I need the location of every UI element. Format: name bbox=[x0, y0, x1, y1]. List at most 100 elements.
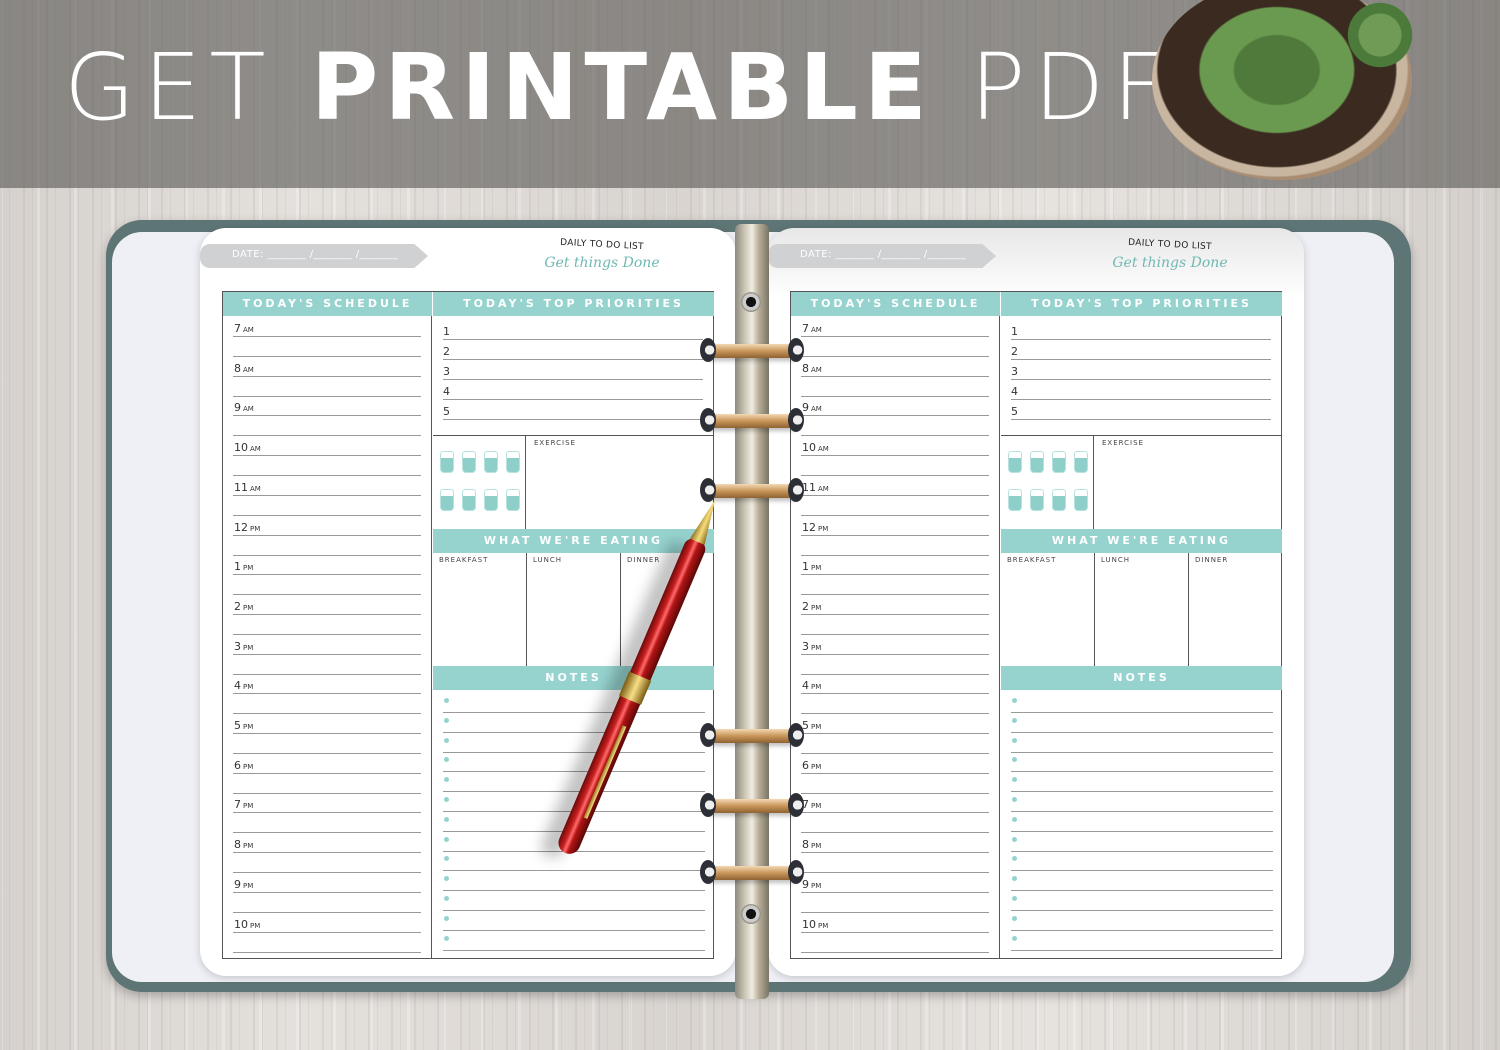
note-line[interactable] bbox=[443, 752, 705, 773]
schedule-slot[interactable]: 10 PM bbox=[233, 914, 421, 954]
water-glass-icon[interactable] bbox=[506, 489, 520, 511]
water-glass-icon[interactable] bbox=[462, 489, 476, 511]
meal-column[interactable]: LUNCH bbox=[527, 553, 621, 666]
priority-item[interactable]: 5 bbox=[443, 400, 703, 420]
hour-label: 9 AM bbox=[802, 401, 822, 414]
note-line[interactable] bbox=[1011, 871, 1273, 892]
schedule-slot[interactable]: 8 PM bbox=[233, 834, 421, 874]
note-line[interactable] bbox=[443, 851, 705, 872]
schedule-slot[interactable]: 8 AM bbox=[801, 358, 989, 398]
note-line[interactable] bbox=[443, 891, 705, 911]
priority-item[interactable]: 4 bbox=[1011, 380, 1271, 400]
note-line[interactable] bbox=[1011, 713, 1273, 733]
schedule-slot[interactable]: 12 PM bbox=[233, 517, 421, 557]
meal-column[interactable]: BREAKFAST bbox=[1001, 553, 1095, 666]
hour-number: 9 bbox=[802, 877, 809, 891]
priority-item[interactable]: 4 bbox=[443, 380, 703, 400]
note-line[interactable] bbox=[1011, 891, 1273, 911]
schedule-slot[interactable]: 7 AM bbox=[233, 318, 421, 358]
note-line[interactable] bbox=[1011, 851, 1273, 872]
bullet-icon bbox=[1012, 816, 1017, 822]
date-field[interactable]: DATE: _______ /_______ /_______ bbox=[200, 244, 428, 268]
schedule-slot[interactable]: 3 PM bbox=[233, 636, 421, 676]
note-line[interactable] bbox=[1011, 693, 1273, 713]
priority-item[interactable]: 2 bbox=[1011, 340, 1271, 360]
note-line[interactable] bbox=[443, 911, 705, 931]
note-line[interactable] bbox=[1011, 733, 1273, 753]
schedule-slot[interactable]: 9 AM bbox=[233, 397, 421, 437]
schedule-slot[interactable]: 4 PM bbox=[801, 675, 989, 715]
note-line[interactable] bbox=[443, 772, 705, 793]
note-line[interactable] bbox=[1011, 792, 1273, 812]
water-glass-icon[interactable] bbox=[1052, 489, 1066, 511]
water-glass-icon[interactable] bbox=[440, 451, 454, 473]
water-glass-icon[interactable] bbox=[1074, 489, 1088, 511]
schedule-slot[interactable]: 2 PM bbox=[801, 596, 989, 636]
schedule-slot[interactable]: 7 PM bbox=[233, 794, 421, 834]
date-field[interactable]: DATE: _______ /_______ /_______ bbox=[768, 244, 996, 268]
note-line[interactable] bbox=[443, 693, 705, 713]
schedule-slot[interactable]: 7 AM bbox=[801, 318, 989, 358]
schedule-slot[interactable]: 3 PM bbox=[801, 636, 989, 676]
binder-ring bbox=[700, 723, 804, 747]
schedule-slot[interactable]: 10 PM bbox=[801, 914, 989, 954]
planner-grid: TODAY'S SCHEDULE 7 AM 8 AM 9 AM 10 AM 11 AM 12 PM 1 PM… bbox=[222, 291, 714, 959]
note-line[interactable] bbox=[1011, 772, 1273, 793]
note-line[interactable] bbox=[443, 733, 705, 753]
priority-item[interactable]: 1 bbox=[443, 320, 703, 340]
schedule-slot[interactable]: 7 PM bbox=[801, 794, 989, 834]
priority-item[interactable]: 3 bbox=[1011, 360, 1271, 380]
water-glass-icon[interactable] bbox=[484, 489, 498, 511]
schedule-slot[interactable]: 1 PM bbox=[801, 556, 989, 596]
schedule-slot[interactable]: 9 AM bbox=[801, 397, 989, 437]
note-line[interactable] bbox=[443, 931, 705, 951]
banner-title: GET PRINTABLE PDF bbox=[64, 42, 1173, 134]
schedule-slot[interactable]: 9 PM bbox=[233, 874, 421, 914]
priority-item[interactable]: 2 bbox=[443, 340, 703, 360]
meal-column[interactable]: LUNCH bbox=[1095, 553, 1189, 666]
schedule-slot[interactable]: 6 PM bbox=[801, 755, 989, 795]
note-line[interactable] bbox=[1011, 931, 1273, 951]
hour-label: 8 AM bbox=[802, 362, 822, 375]
schedule-line bbox=[233, 951, 421, 953]
water-glass-icon[interactable] bbox=[1008, 451, 1022, 473]
priority-item[interactable]: 5 bbox=[1011, 400, 1271, 420]
schedule-slot[interactable]: 10 AM bbox=[233, 437, 421, 477]
schedule-slot[interactable]: 1 PM bbox=[233, 556, 421, 596]
water-glass-icon[interactable] bbox=[484, 451, 498, 473]
note-line[interactable] bbox=[1011, 832, 1273, 852]
water-glass-icon[interactable] bbox=[1030, 489, 1044, 511]
schedule-slot[interactable]: 4 PM bbox=[233, 675, 421, 715]
schedule-slot[interactable]: 10 AM bbox=[801, 437, 989, 477]
note-line[interactable] bbox=[443, 713, 705, 733]
water-glass-icon[interactable] bbox=[506, 451, 520, 473]
schedule-slot[interactable]: 9 PM bbox=[801, 874, 989, 914]
water-glass-icon[interactable] bbox=[1074, 451, 1088, 473]
schedule-slot[interactable]: 8 PM bbox=[801, 834, 989, 874]
schedule-slot[interactable]: 8 AM bbox=[233, 358, 421, 398]
meal-column[interactable]: DINNER bbox=[1189, 553, 1283, 666]
note-line[interactable] bbox=[1011, 911, 1273, 931]
note-line[interactable] bbox=[1011, 812, 1273, 832]
priority-item[interactable]: 1 bbox=[1011, 320, 1271, 340]
meal-column[interactable]: BREAKFAST bbox=[433, 553, 527, 666]
schedule-line bbox=[233, 653, 421, 655]
schedule-slot[interactable]: 2 PM bbox=[233, 596, 421, 636]
schedule-slot[interactable]: 12 PM bbox=[801, 517, 989, 557]
schedule-line bbox=[233, 415, 421, 417]
water-glass-icon[interactable] bbox=[462, 451, 476, 473]
schedule-slot[interactable]: 11 AM bbox=[801, 477, 989, 517]
note-line[interactable] bbox=[1011, 752, 1273, 773]
schedule-slot[interactable]: 6 PM bbox=[233, 755, 421, 795]
water-glass-icon[interactable] bbox=[1008, 489, 1022, 511]
note-line[interactable] bbox=[443, 871, 705, 892]
schedule-slot[interactable]: 11 AM bbox=[233, 477, 421, 517]
water-glass-icon[interactable] bbox=[1052, 451, 1066, 473]
page-heading: DAILY TO DO LIST Get things Done bbox=[1080, 238, 1260, 271]
schedule-slot[interactable]: 5 PM bbox=[233, 715, 421, 755]
priority-item[interactable]: 3 bbox=[443, 360, 703, 380]
water-glass-icon[interactable] bbox=[440, 489, 454, 511]
schedule-slot[interactable]: 5 PM bbox=[801, 715, 989, 755]
hour-label: 5 PM bbox=[802, 719, 821, 732]
water-glass-icon[interactable] bbox=[1030, 451, 1044, 473]
